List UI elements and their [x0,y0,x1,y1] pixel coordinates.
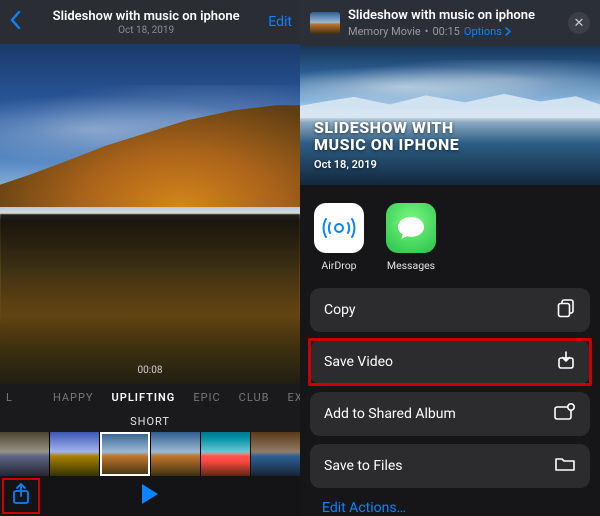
play-icon[interactable] [140,483,160,509]
share-apps-row: AirDrop Messages [300,185,600,282]
back-icon[interactable] [8,10,24,34]
close-icon[interactable]: ✕ [568,12,590,34]
share-button-highlight [2,478,40,514]
hero-overlay-text: SLIDESHOW WITH MUSIC ON IPHONE Oct 18, 2… [314,120,459,171]
options-link[interactable]: Options [464,25,512,38]
mood-category-strip[interactable]: L HAPPY UPLIFTING EPIC CLUB EX [0,384,300,410]
page-subtitle: Oct 18, 2019 [24,25,268,36]
filmstrip-thumb[interactable] [0,432,49,476]
share-card-thumbnail [310,12,340,34]
playback-timestamp: 00:08 [138,365,163,376]
filmstrip-thumb[interactable] [50,432,99,476]
filmstrip-thumb-selected[interactable] [100,432,149,476]
airdrop-icon [314,203,364,253]
nav-bar: Slideshow with music on iphone Oct 18, 2… [0,0,300,44]
save-video-action[interactable]: Save Video [310,340,590,384]
add-shared-album-action[interactable]: Add to Shared Album [310,392,590,436]
add-shared-album-label: Add to Shared Album [324,406,456,422]
preview-image-reflection [0,214,300,384]
slideshow-editor-screen: Slideshow with music on iphone Oct 18, 2… [0,0,300,516]
mood-item[interactable]: EPIC [193,391,220,404]
save-to-files-action[interactable]: Save to Files [310,444,590,488]
copy-icon [556,298,576,322]
edit-button[interactable]: Edit [268,14,292,30]
messages-icon [386,203,436,253]
nav-title-group: Slideshow with music on iphone Oct 18, 2… [24,9,268,36]
dot-icon: • [425,25,429,38]
preview-video-area[interactable]: 00:08 [0,44,300,384]
bottom-toolbar [0,476,300,516]
page-title: Slideshow with music on iphone [24,9,268,24]
filmstrip-thumb[interactable] [151,432,200,476]
share-card-title: Slideshow with music on iphone [348,8,568,23]
folder-icon [554,456,576,476]
action-list: Copy Save Video Add to Shared Album [300,282,600,490]
mood-item[interactable]: CLUB [239,391,270,404]
messages-label: Messages [387,259,435,272]
shared-album-icon [554,403,576,425]
airdrop-label: AirDrop [321,259,356,272]
mood-item[interactable]: HAPPY [53,391,94,404]
mood-item-selected[interactable]: UPLIFTING [112,391,176,404]
share-sheet-screen: Slideshow with music on iphone Memory Mo… [300,0,600,516]
airdrop-app[interactable]: AirDrop [314,203,364,272]
save-video-label: Save Video [324,354,393,370]
share-card-duration: 00:15 [432,25,459,38]
filmstrip-thumb[interactable] [201,432,250,476]
mood-item[interactable]: L [6,391,13,404]
copy-action[interactable]: Copy [310,288,590,332]
save-to-files-label: Save to Files [324,458,403,474]
mood-item[interactable]: EX [287,391,300,404]
hero-date: Oct 18, 2019 [314,158,459,171]
messages-app[interactable]: Messages [386,203,436,272]
share-card-subtitle: Memory Movie • 00:15 Options [348,25,568,38]
hero-preview: SLIDESHOW WITH MUSIC ON IPHONE Oct 18, 2… [300,46,600,185]
filmstrip-thumb[interactable] [251,432,300,476]
filmstrip[interactable] [0,432,300,476]
download-icon [556,350,576,374]
edit-actions-link[interactable]: Edit Actions… [300,490,600,516]
share-icon[interactable] [11,482,31,510]
share-card-kind: Memory Movie [348,25,421,38]
duration-label[interactable]: SHORT [0,410,300,432]
copy-action-label: Copy [324,302,356,318]
hero-title-line2: MUSIC ON IPHONE [314,137,459,154]
two-up-tutorial: Slideshow with music on iphone Oct 18, 2… [0,0,600,516]
share-header-card: Slideshow with music on iphone Memory Mo… [300,0,600,46]
